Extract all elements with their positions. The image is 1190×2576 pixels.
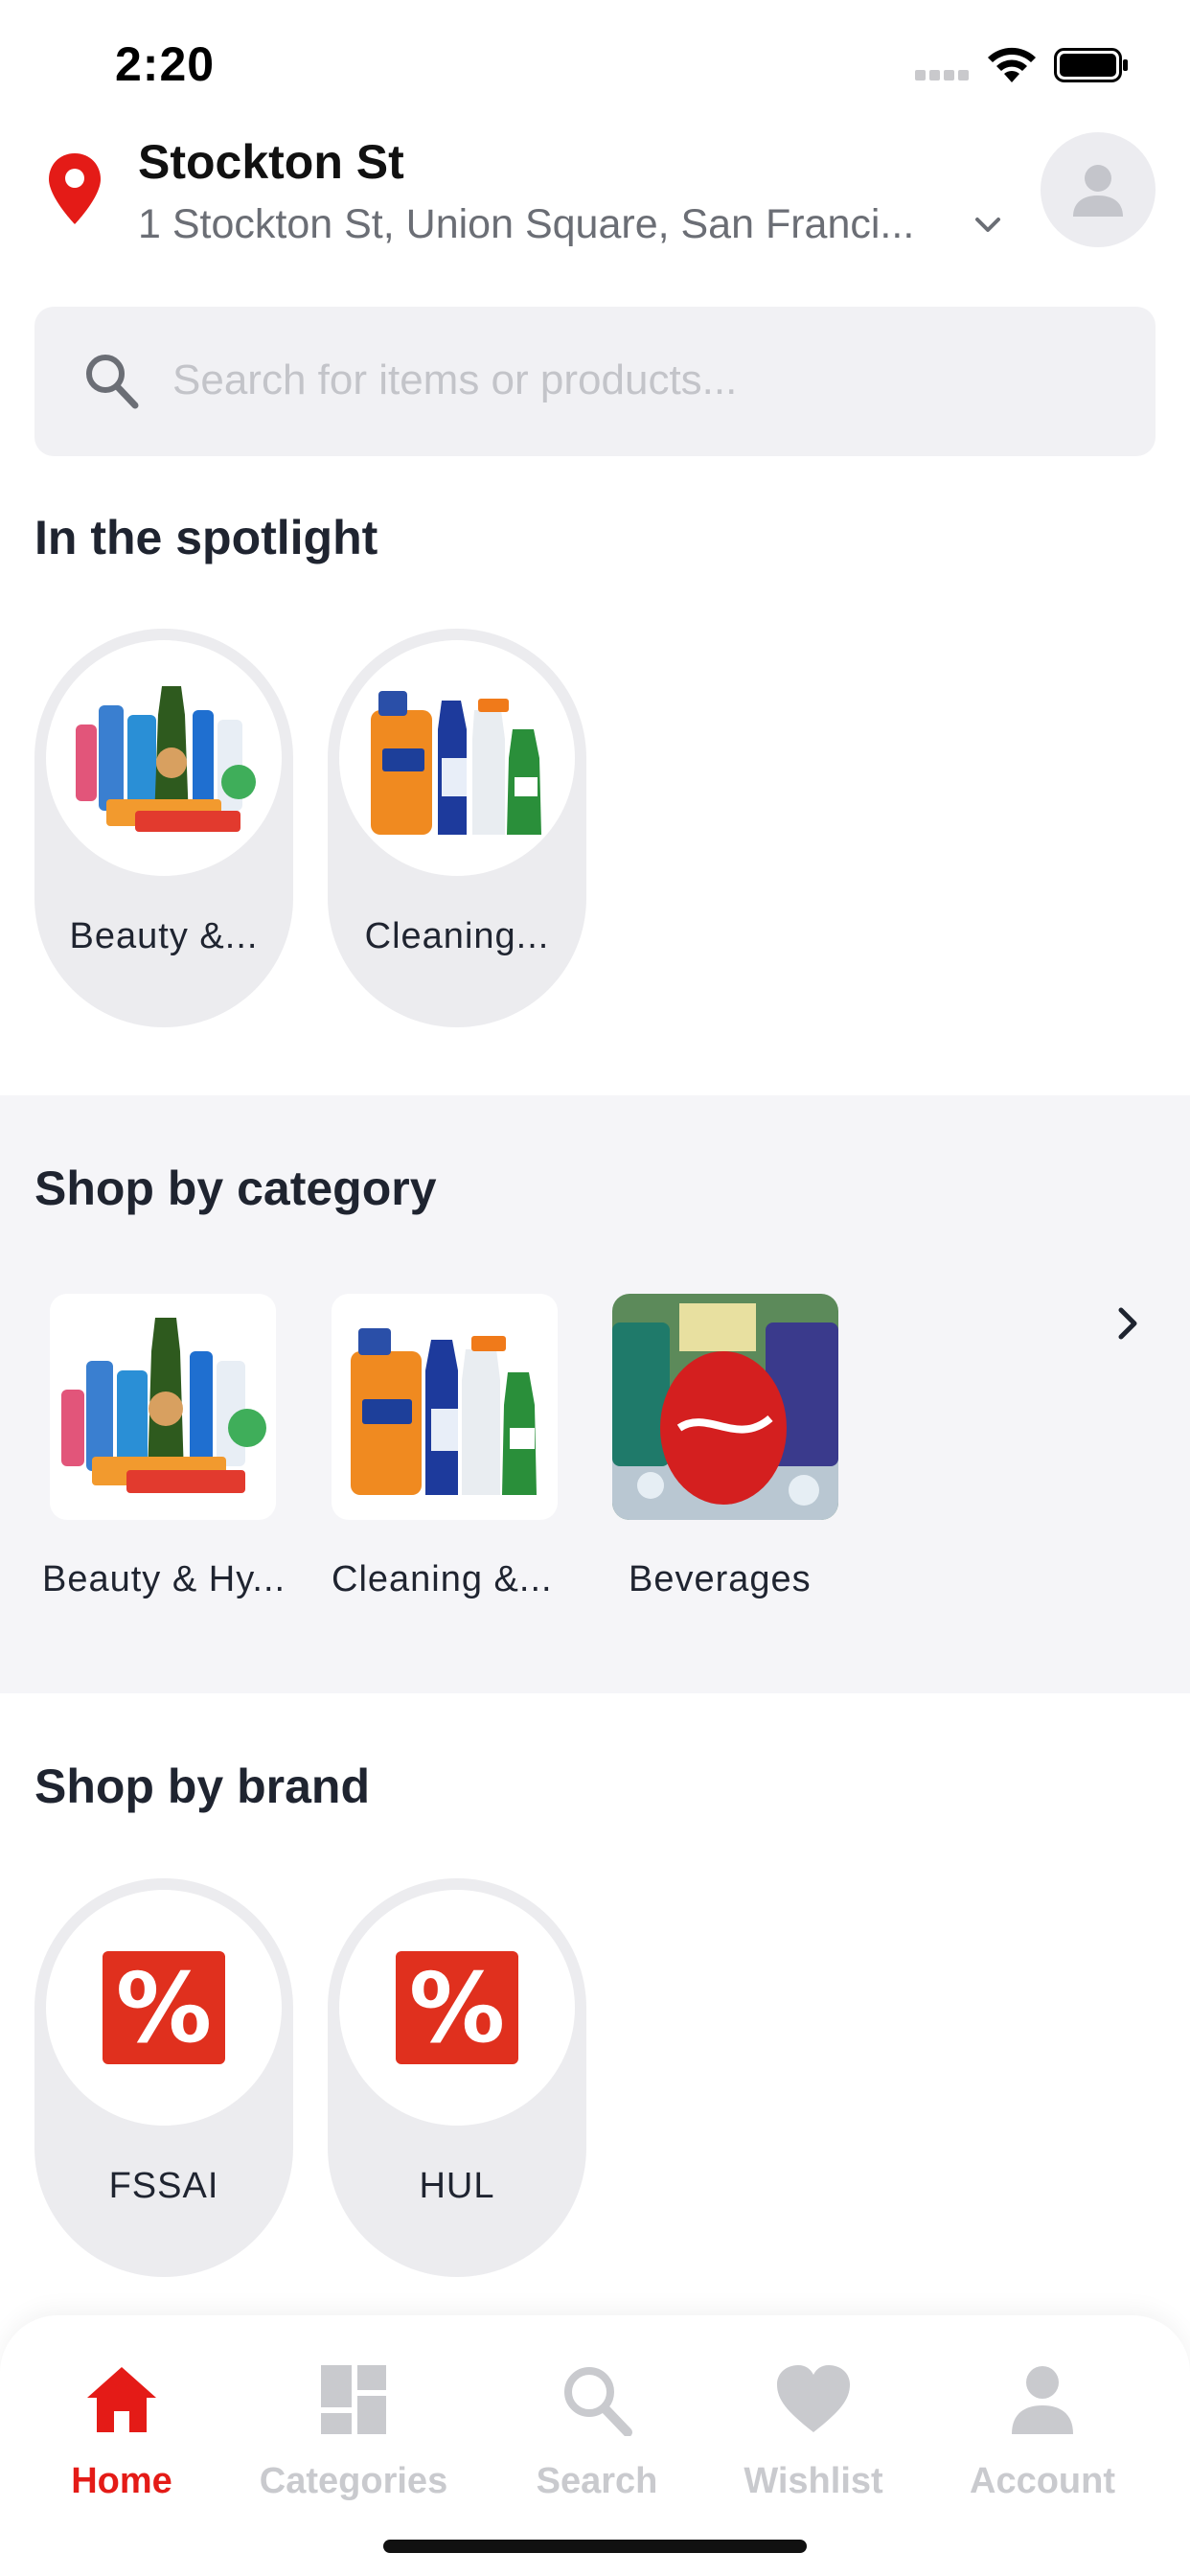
avatar[interactable] bbox=[1041, 132, 1156, 247]
percent-badge-icon: % bbox=[103, 1951, 225, 2064]
person-icon bbox=[1012, 2366, 1073, 2434]
nav-item-categories[interactable]: Categories bbox=[243, 2363, 464, 2526]
nav-item-wishlist[interactable]: Wishlist bbox=[703, 2363, 924, 2526]
brand-logo: % bbox=[46, 1890, 282, 2126]
nav-item-account[interactable]: Account bbox=[932, 2363, 1153, 2526]
beverages-image bbox=[612, 1294, 838, 1520]
nav-label: Wishlist bbox=[744, 2461, 883, 2501]
location-address[interactable]: 1 Stockton St, Union Square, San Franci.… bbox=[138, 201, 914, 248]
search-input[interactable]: Search for items or products... bbox=[34, 307, 1156, 456]
category-section: Shop by category Beauty & Hy... Cleaning… bbox=[0, 1095, 1190, 1693]
category-label: Beverages bbox=[629, 1559, 812, 1599]
cleaning-products-image bbox=[351, 1328, 537, 1495]
category-label: Cleaning &... bbox=[332, 1559, 553, 1599]
category-tile-cleaning[interactable] bbox=[332, 1294, 558, 1520]
nav-label: Search bbox=[536, 2461, 658, 2501]
bottom-nav: Home Categories Search Wishlist Account bbox=[0, 2315, 1190, 2576]
brand-title: Shop by brand bbox=[34, 1760, 370, 1813]
percent-badge-icon: % bbox=[396, 1951, 518, 2064]
location-pin-icon[interactable] bbox=[46, 151, 103, 226]
brand-label: HUL bbox=[419, 2166, 495, 2206]
heart-icon bbox=[777, 2365, 850, 2432]
spotlight-item-cleaning[interactable]: Cleaning... bbox=[328, 629, 586, 1027]
cleaning-products-image bbox=[339, 640, 575, 876]
spotlight-item-beauty[interactable]: Beauty &... bbox=[34, 629, 293, 1027]
home-indicator[interactable] bbox=[383, 2540, 807, 2553]
spotlight-item-label: Cleaning... bbox=[364, 916, 550, 956]
status-bar: 2:20 bbox=[0, 0, 1190, 125]
nav-label: Categories bbox=[259, 2461, 448, 2501]
beauty-products-image bbox=[61, 1318, 266, 1493]
nav-item-search[interactable]: Search bbox=[487, 2363, 707, 2526]
chevron-right-icon[interactable] bbox=[1111, 1304, 1144, 1343]
nav-label: Account bbox=[970, 2461, 1115, 2501]
nav-label: Home bbox=[71, 2461, 172, 2501]
wifi-icon bbox=[988, 47, 1036, 82]
chevron-down-icon[interactable] bbox=[973, 215, 1002, 236]
location-title[interactable]: Stockton St bbox=[138, 134, 404, 190]
nav-item-home[interactable]: Home bbox=[11, 2363, 232, 2526]
search-icon bbox=[86, 355, 139, 409]
category-tile-beverages[interactable] bbox=[612, 1294, 838, 1520]
spotlight-item-label: Beauty &... bbox=[69, 916, 259, 956]
brand-item-hul[interactable]: % HUL bbox=[328, 1878, 586, 2277]
spotlight-title: In the spotlight bbox=[34, 511, 378, 564]
search-placeholder: Search for items or products... bbox=[172, 356, 738, 403]
category-tile-beauty[interactable] bbox=[50, 1294, 276, 1520]
grid-icon bbox=[321, 2365, 386, 2434]
category-label: Beauty & Hy... bbox=[42, 1559, 286, 1599]
home-icon bbox=[87, 2367, 156, 2432]
beauty-products-image bbox=[46, 640, 282, 876]
status-time: 2:20 bbox=[115, 37, 216, 91]
search-icon bbox=[564, 2367, 632, 2436]
cellular-signal-icon bbox=[915, 70, 969, 81]
brand-logo: % bbox=[339, 1890, 575, 2126]
battery-icon bbox=[1054, 48, 1128, 82]
brand-label: FSSAI bbox=[108, 2166, 219, 2206]
person-icon bbox=[1073, 165, 1123, 217]
brand-item-fssai[interactable]: % FSSAI bbox=[34, 1878, 293, 2277]
category-title: Shop by category bbox=[34, 1162, 437, 1215]
